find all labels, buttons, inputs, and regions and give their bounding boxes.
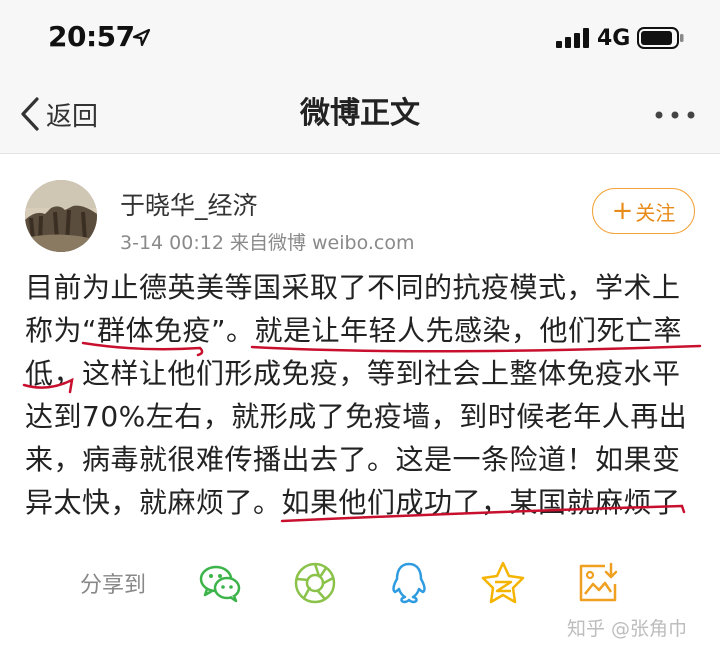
post-body: 目前为止德英美等国采取了不同的抗疫模式，学术上 称为“群体免疫”。就是让年轻人先… [25, 266, 697, 524]
back-button[interactable]: 返回 [18, 92, 98, 136]
save-image-icon[interactable] [575, 560, 621, 606]
post-line: 称为“群体免疫”。就是让年轻人先感染，他们死亡率 [25, 314, 683, 347]
author-name[interactable]: 于晓华_经济 [120, 186, 258, 222]
post-line: 来，病毒就很难传播出去了。这是一条险道！如果变 [25, 443, 681, 476]
qq-icon[interactable] [386, 560, 432, 606]
back-label: 返回 [46, 101, 99, 132]
post-line: 异太快，就麻烦了。如果他们成功了，某国就麻烦了 [25, 486, 681, 519]
post-line: 低，这样让他们形成免疫，等到社会上整体免疫水平 [25, 357, 681, 390]
wechat-icon[interactable] [197, 560, 243, 606]
post-line: 达到70%左右，就形成了免疫墙，到时候老年人再出 [25, 400, 688, 433]
avatar[interactable] [25, 180, 97, 252]
header-bar: 20:57 4G 返回 微博正文 [0, 0, 720, 154]
moments-icon[interactable] [292, 560, 338, 606]
follow-button[interactable]: + 关注 [592, 188, 695, 234]
location-arrow-icon [132, 28, 151, 47]
avatar-image [25, 180, 97, 252]
more-dots-icon[interactable] [650, 104, 700, 126]
post-meta: 3-14 00:12 来自微博 weibo.com [120, 232, 415, 254]
plus-icon: + [611, 196, 634, 226]
watermark: 知乎 @张角巾 [567, 618, 688, 640]
share-label: 分享到 [80, 573, 147, 598]
post-line: 目前为止德英美等国采取了不同的抗疫模式，学术上 [25, 271, 681, 304]
page-title: 微博正文 [300, 96, 420, 131]
follow-label: 关注 [635, 200, 676, 225]
status-time: 20:57 [48, 20, 135, 53]
chevron-left-icon [21, 97, 39, 131]
qzone-icon[interactable] [480, 560, 526, 606]
battery-icon [637, 27, 684, 49]
signal-bars-icon [556, 28, 589, 48]
network-label: 4G [597, 26, 631, 51]
